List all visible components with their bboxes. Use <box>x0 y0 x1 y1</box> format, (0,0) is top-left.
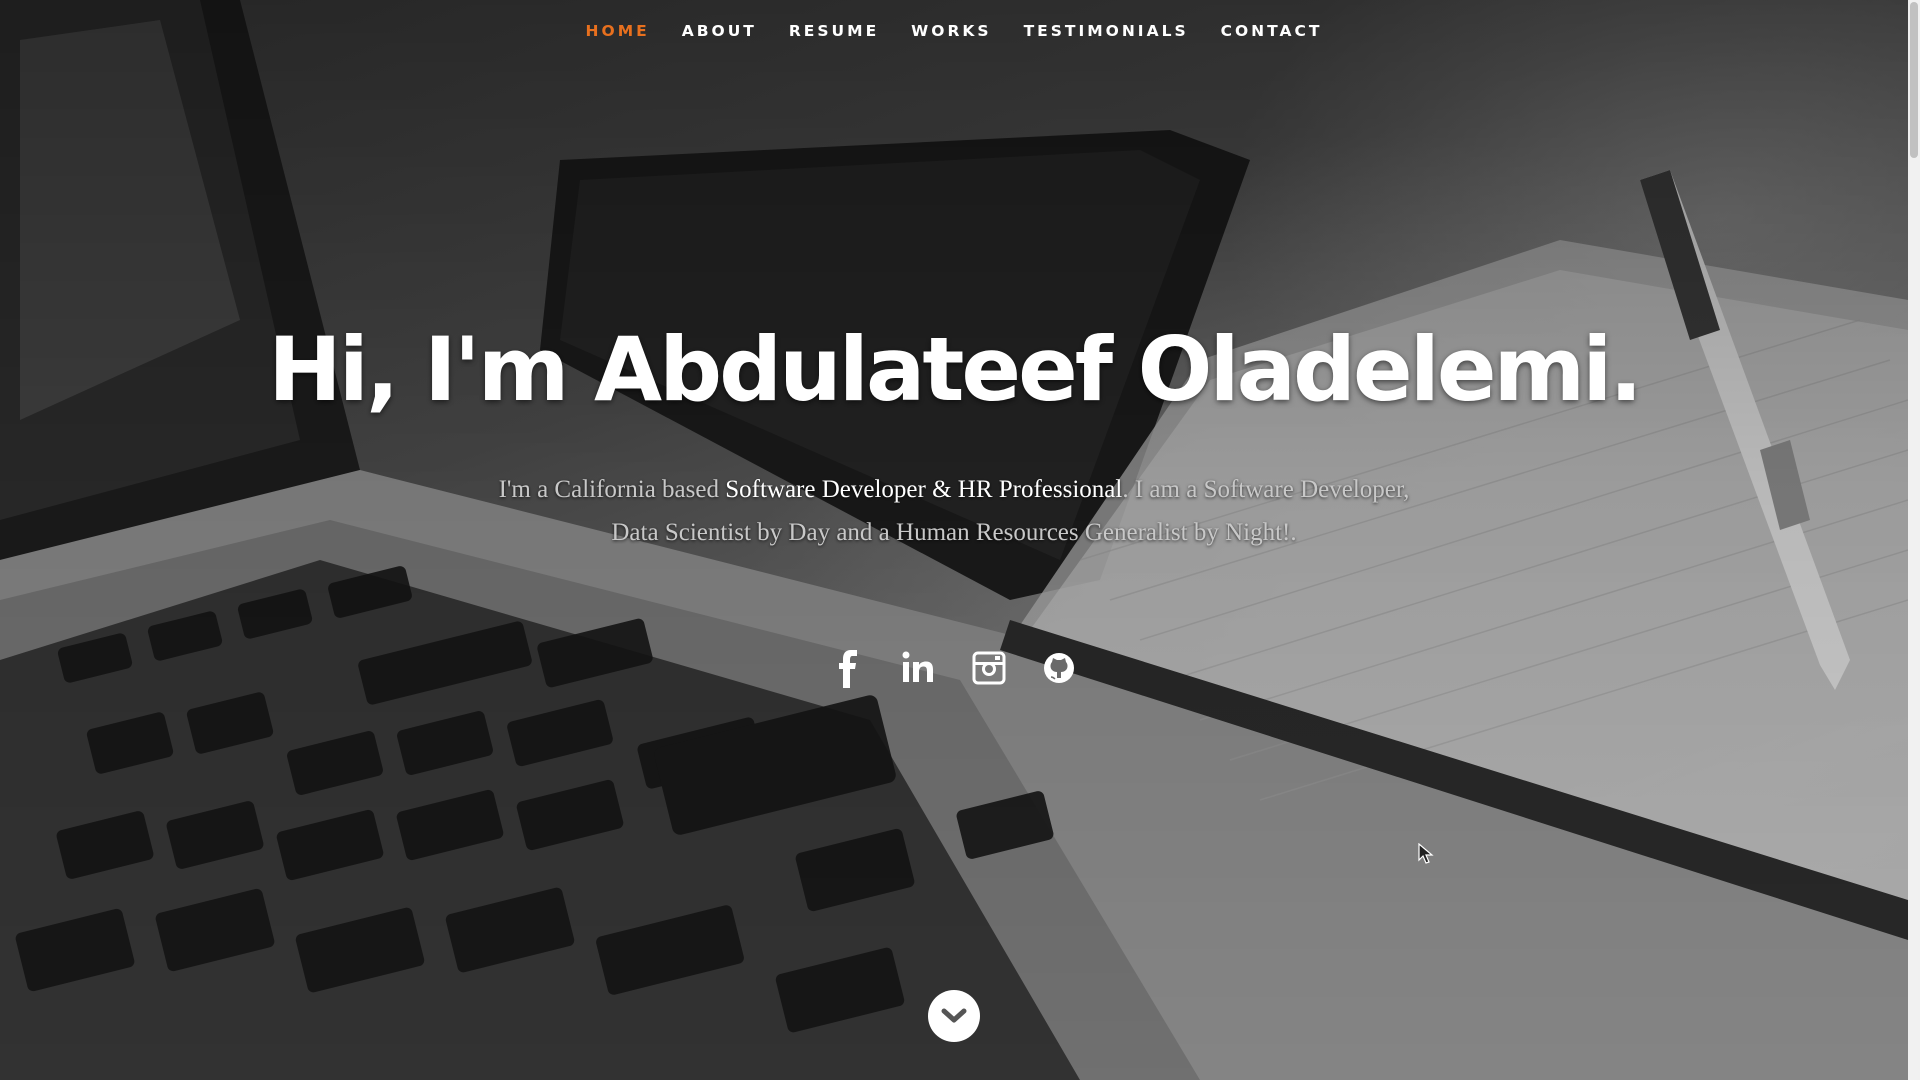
main-nav: HOME ABOUT RESUME WORKS TESTIMONIALS CON… <box>0 0 1908 62</box>
facebook-link[interactable] <box>831 648 867 688</box>
nav-home[interactable]: HOME <box>570 0 666 62</box>
github-link[interactable] <box>1041 648 1077 688</box>
hero-intro: I'm a California based Software Develope… <box>494 468 1414 554</box>
linkedin-link[interactable] <box>901 648 937 688</box>
hero-intro-highlight: Software Developer & HR Professional <box>725 476 1123 503</box>
nav-resume[interactable]: RESUME <box>773 0 895 62</box>
hero-intro-prefix: I'm a California based <box>498 476 726 503</box>
hero-title: Hi, I'm Abdulateef Oladelemi. <box>268 318 1643 421</box>
mouse-cursor <box>1418 843 1434 864</box>
nav-testimonials[interactable]: TESTIMONIALS <box>1008 0 1205 62</box>
scrollbar-thumb[interactable] <box>1910 2 1918 158</box>
github-icon <box>1044 653 1074 683</box>
linkedin-icon <box>902 651 933 682</box>
chevron-down-icon <box>941 1008 967 1023</box>
instagram-link[interactable] <box>971 648 1007 688</box>
scroll-down-button[interactable] <box>928 990 980 1042</box>
hero-section: HOME ABOUT RESUME WORKS TESTIMONIALS CON… <box>0 0 1908 1080</box>
social-links <box>0 648 1908 688</box>
nav-contact[interactable]: CONTACT <box>1205 0 1339 62</box>
nav-works[interactable]: WORKS <box>895 0 1007 62</box>
nav-about[interactable]: ABOUT <box>666 0 773 62</box>
instagram-icon <box>972 651 1006 685</box>
facebook-icon <box>839 650 857 688</box>
page-scrollbar[interactable] <box>1908 0 1920 1080</box>
